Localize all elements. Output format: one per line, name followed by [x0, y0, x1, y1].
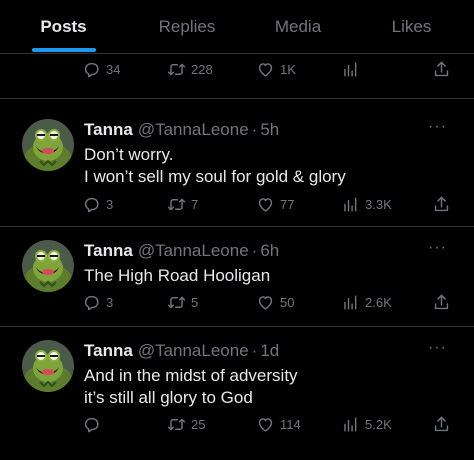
active-tab-indicator [32, 48, 96, 52]
reply-button[interactable]: 3 [82, 291, 113, 313]
divider [0, 226, 474, 227]
share-button[interactable] [432, 291, 451, 313]
profile-tabs: Posts Replies Media Likes [0, 0, 474, 54]
like-count: 77 [280, 196, 295, 212]
repost-icon [167, 415, 186, 434]
avatar-image [22, 240, 74, 292]
tweet-text: The High Road Hooligan [84, 266, 271, 285]
views-icon [341, 195, 360, 214]
more-options-icon[interactable]: ··· [428, 340, 447, 356]
heart-icon [256, 415, 275, 434]
tweet-actions: 25 114 5.2K [82, 413, 458, 435]
like-button[interactable]: 50 [256, 291, 294, 313]
more-options-icon[interactable]: ··· [428, 119, 447, 135]
divider [0, 98, 474, 99]
view-count: 3.3K [365, 196, 392, 212]
share-icon [432, 293, 451, 312]
share-icon [432, 415, 451, 434]
separator-dot: · [251, 120, 258, 139]
tweet-header: Tanna @TannaLeone · 6h [84, 241, 279, 261]
avatar-image [22, 340, 74, 392]
tweet-actions: 3 5 50 2.6K [82, 291, 458, 313]
tab-media-label: Media [274, 17, 322, 36]
reply-button[interactable]: 34 [82, 58, 120, 80]
share-button[interactable] [432, 193, 451, 215]
views-icon [341, 60, 360, 79]
view-count: 2.6K [365, 294, 392, 310]
heart-icon [256, 195, 275, 214]
reply-icon [82, 415, 101, 434]
tweet-actions: 3 7 77 3.3K [82, 193, 458, 215]
like-button[interactable]: 1K [256, 58, 296, 80]
tweet-text: Don’t worry. I won’t sell my soul for go… [84, 145, 346, 186]
separator-dot: · [251, 241, 258, 260]
timestamp[interactable]: 5h [260, 120, 279, 140]
more-options-icon[interactable]: ··· [428, 240, 447, 256]
share-button[interactable] [432, 413, 451, 435]
reply-count: 3 [106, 196, 114, 212]
separator-dot: · [251, 341, 258, 360]
views-icon [341, 293, 360, 312]
repost-icon [167, 293, 186, 312]
tab-posts[interactable]: Posts [0, 0, 127, 54]
share-icon [432, 60, 451, 79]
like-count: 1K [280, 61, 296, 77]
reply-icon [82, 293, 101, 312]
reply-icon [82, 60, 101, 79]
avatar[interactable] [22, 340, 74, 392]
views-button[interactable]: 5.2K [341, 413, 392, 435]
repost-count: 5 [191, 294, 199, 310]
display-name[interactable]: Tanna [84, 120, 133, 140]
repost-icon [167, 195, 186, 214]
reply-button[interactable] [82, 413, 106, 435]
repost-button[interactable]: 228 [167, 58, 213, 80]
reply-count: 34 [106, 61, 121, 77]
view-count: 5.2K [365, 416, 392, 432]
user-handle[interactable]: @TannaLeone [138, 241, 249, 261]
avatar[interactable] [22, 240, 74, 292]
views-button[interactable]: 2.6K [341, 291, 392, 313]
display-name[interactable]: Tanna [84, 241, 133, 261]
repost-count: 7 [191, 196, 199, 212]
divider [0, 326, 474, 327]
repost-button[interactable]: 7 [167, 193, 198, 215]
tab-likes-label: Likes [391, 17, 432, 36]
tweet-header: Tanna @TannaLeone · 1d [84, 341, 279, 361]
timestamp[interactable]: 1d [260, 341, 279, 361]
avatar-image [22, 119, 74, 171]
like-count: 50 [280, 294, 295, 310]
tab-replies[interactable]: Replies [127, 0, 247, 54]
tweet-header: Tanna @TannaLeone · 5h [84, 120, 279, 140]
share-icon [432, 195, 451, 214]
avatar[interactable] [22, 119, 74, 171]
reply-icon [82, 195, 101, 214]
repost-button[interactable]: 25 [167, 413, 205, 435]
tab-likes[interactable]: Likes [349, 0, 474, 54]
views-button[interactable] [341, 58, 360, 80]
reply-count: 3 [106, 294, 114, 310]
timestamp[interactable]: 6h [260, 241, 279, 261]
views-icon [341, 415, 360, 434]
repost-icon [167, 60, 186, 79]
repost-count: 25 [191, 416, 206, 432]
tab-replies-label: Replies [158, 17, 216, 36]
display-name[interactable]: Tanna [84, 341, 133, 361]
tweet-text: And in the midst of adversity it’s still… [84, 366, 298, 407]
tab-posts-label: Posts [40, 17, 87, 36]
heart-icon [256, 293, 275, 312]
user-handle[interactable]: @TannaLeone [138, 120, 249, 140]
like-button[interactable]: 114 [256, 413, 301, 435]
like-button[interactable]: 77 [256, 193, 294, 215]
repost-count: 228 [191, 61, 213, 77]
views-button[interactable]: 3.3K [341, 193, 392, 215]
heart-icon [256, 60, 275, 79]
tab-media[interactable]: Media [247, 0, 349, 54]
reply-button[interactable]: 3 [82, 193, 113, 215]
user-handle[interactable]: @TannaLeone [138, 341, 249, 361]
top-tweet-actions: 34 228 1K [82, 58, 458, 80]
share-button[interactable] [432, 58, 451, 80]
repost-button[interactable]: 5 [167, 291, 198, 313]
like-count: 114 [280, 416, 301, 432]
